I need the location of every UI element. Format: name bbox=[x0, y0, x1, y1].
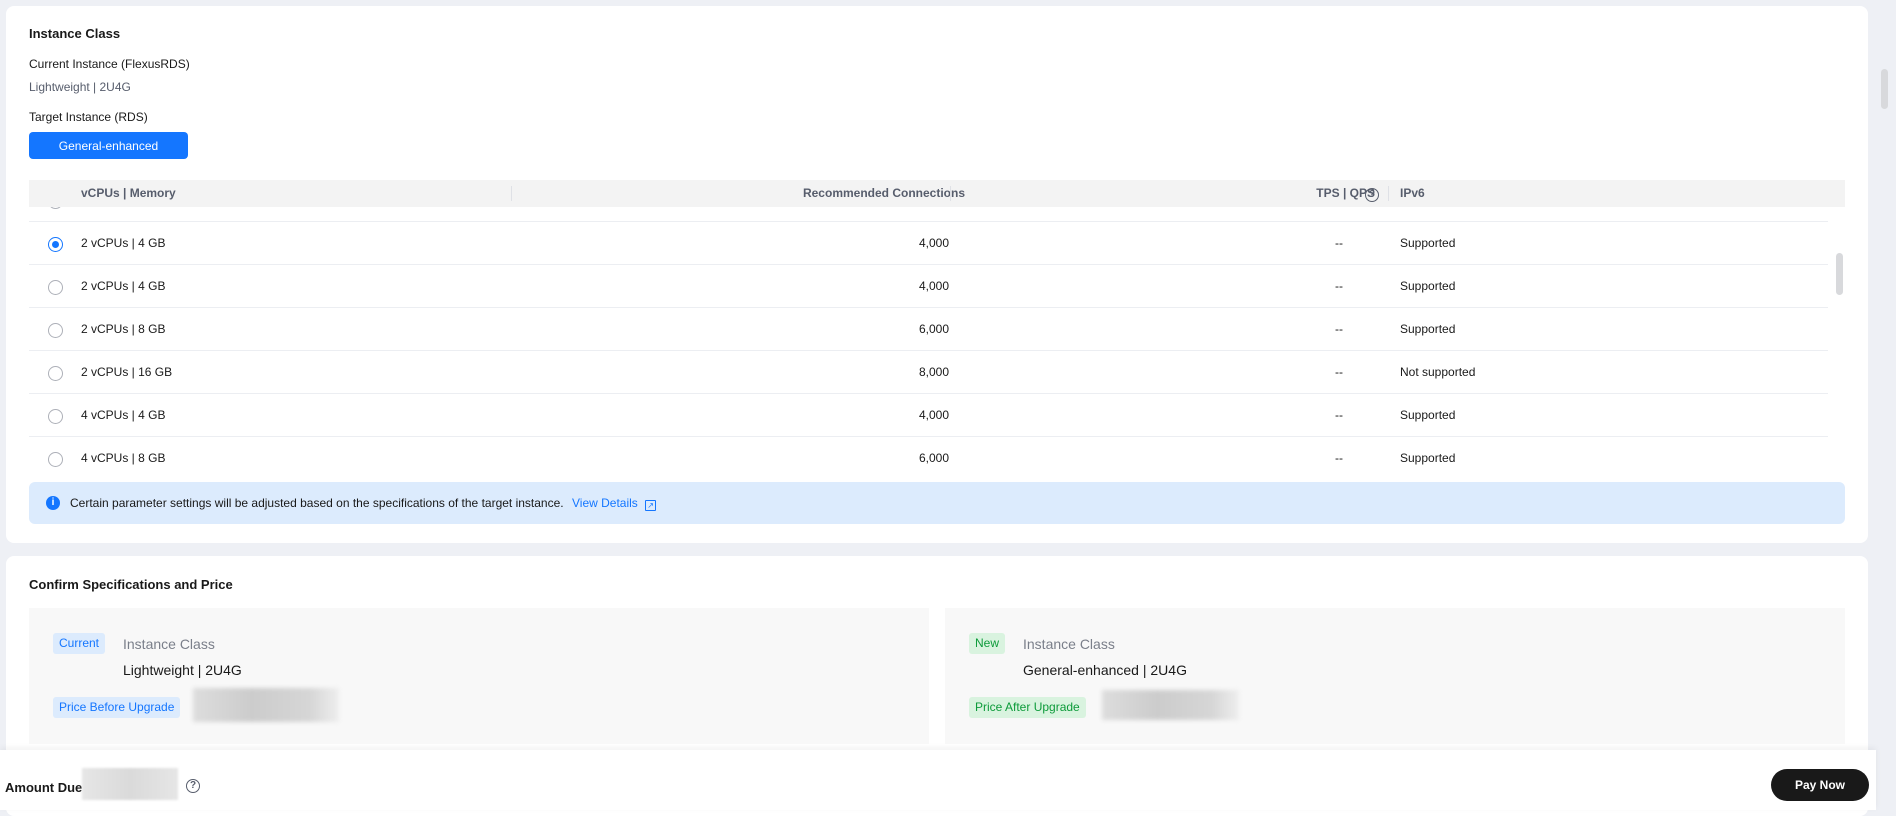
help-icon[interactable]: ? bbox=[1365, 186, 1379, 202]
footer-bar: Amount Due ? Pay Now bbox=[0, 750, 1876, 810]
current-instance-value: Lightweight | 2U4G bbox=[29, 80, 131, 94]
page-scrollbar-thumb[interactable] bbox=[1881, 69, 1888, 109]
spec-cell: 2 vCPUs | 8 GB bbox=[81, 322, 166, 336]
radio-button[interactable] bbox=[48, 409, 63, 424]
ipv6-cell: Supported bbox=[1400, 322, 1456, 336]
table-row[interactable]: 2 vCPUs | 4 GB 4,000 -- Supported bbox=[29, 265, 1828, 308]
column-divider bbox=[950, 186, 951, 201]
tps-qps-cell: -- bbox=[1335, 279, 1343, 293]
help-icon[interactable]: ? bbox=[186, 777, 200, 793]
ipv6-cell: Supported bbox=[1400, 451, 1456, 465]
tps-qps-cell: -- bbox=[1335, 451, 1343, 465]
connections-cell: 4,000 bbox=[918, 408, 949, 422]
spec-cell: 2 vCPUs | 16 GB bbox=[81, 365, 173, 379]
header-connections: Recommended Connections bbox=[802, 186, 965, 200]
table-row[interactable]: 2 vCPUs | 16 GB 8,000 -- Not supported bbox=[29, 351, 1828, 394]
table-row[interactable]: 4 vCPUs | 4 GB 4,000 -- Supported bbox=[29, 394, 1828, 437]
tps-qps-cell: -- bbox=[1335, 365, 1343, 379]
current-spec-box: Current Instance Class Lightweight | 2U4… bbox=[29, 608, 929, 744]
ipv6-cell: Supported bbox=[1400, 236, 1456, 250]
connections-cell: 8,000 bbox=[918, 365, 949, 379]
column-divider bbox=[1388, 186, 1389, 201]
tps-qps-cell: -- bbox=[1335, 322, 1343, 336]
general-enhanced-button[interactable]: General-enhanced bbox=[29, 132, 188, 159]
price-after-value-redacted bbox=[1102, 690, 1239, 720]
info-icon: i bbox=[46, 496, 60, 510]
amount-due-label: Amount Due bbox=[5, 780, 83, 795]
radio-button[interactable] bbox=[48, 366, 63, 381]
connections-cell: 6,000 bbox=[918, 322, 949, 336]
spec-cell: 4 vCPUs | 8 GB bbox=[81, 451, 166, 465]
view-details-label: View Details bbox=[572, 496, 638, 510]
target-instance-label: Target Instance (RDS) bbox=[29, 110, 148, 124]
ipv6-cell: Supported bbox=[1400, 408, 1456, 422]
page-scrollbar[interactable] bbox=[1876, 0, 1896, 750]
ipv6-cell: Not supported bbox=[1400, 365, 1476, 379]
table-row-partial[interactable] bbox=[29, 207, 1828, 222]
spec-cell: 4 vCPUs | 4 GB bbox=[81, 408, 166, 422]
column-divider bbox=[511, 186, 512, 201]
spec-cell: 2 vCPUs | 4 GB bbox=[81, 236, 166, 250]
current-instance-label: Current Instance (FlexusRDS) bbox=[29, 57, 190, 71]
section-title: Instance Class bbox=[29, 26, 121, 41]
external-link-icon: ↗ bbox=[645, 500, 657, 511]
radio-button[interactable] bbox=[48, 280, 63, 295]
price-before-tag: Price Before Upgrade bbox=[53, 697, 181, 718]
tps-qps-cell: -- bbox=[1335, 236, 1343, 250]
radio-button[interactable] bbox=[48, 452, 63, 467]
connections-cell: 4,000 bbox=[918, 236, 949, 250]
table-row[interactable]: 4 vCPUs | 8 GB 6,000 -- Supported bbox=[29, 437, 1828, 470]
table-scrollbar-thumb[interactable] bbox=[1836, 253, 1843, 295]
radio-button[interactable] bbox=[48, 237, 63, 252]
header-ipv6: IPv6 bbox=[1400, 186, 1425, 200]
pay-now-button[interactable]: Pay Now bbox=[1771, 769, 1869, 801]
spec-cell: 2 vCPUs | 4 GB bbox=[81, 279, 166, 293]
ipv6-cell: Supported bbox=[1400, 279, 1456, 293]
header-spec: vCPUs | Memory bbox=[81, 186, 176, 200]
new-instance-class: General-enhanced | 2U4G bbox=[1023, 662, 1187, 678]
price-after-tag: Price After Upgrade bbox=[969, 697, 1086, 718]
radio-button[interactable] bbox=[48, 207, 63, 209]
instance-class-label: Instance Class bbox=[1023, 636, 1115, 652]
connections-cell: 4,000 bbox=[918, 279, 949, 293]
instance-class-label: Instance Class bbox=[123, 636, 215, 652]
connections-cell: 6,000 bbox=[918, 451, 949, 465]
table-row[interactable]: 2 vCPUs | 4 GB 4,000 -- Supported bbox=[29, 222, 1828, 265]
current-instance-class: Lightweight | 2U4G bbox=[123, 662, 242, 678]
table-header: vCPUs | Memory Recommended Connections T… bbox=[29, 180, 1845, 207]
confirm-title: Confirm Specifications and Price bbox=[29, 577, 233, 592]
radio-button[interactable] bbox=[48, 323, 63, 338]
price-before-value-redacted bbox=[193, 688, 339, 722]
notice-text: Certain parameter settings will be adjus… bbox=[70, 496, 564, 510]
notice-bar: i Certain parameter settings will be adj… bbox=[29, 482, 1845, 524]
new-tag: New bbox=[969, 633, 1006, 654]
table-row[interactable]: 2 vCPUs | 8 GB 6,000 -- Supported bbox=[29, 308, 1828, 351]
spec-table-body: 2 vCPUs | 4 GB 4,000 -- Supported 2 vCPU… bbox=[29, 207, 1845, 470]
new-spec-box: New Instance Class General-enhanced | 2U… bbox=[945, 608, 1845, 744]
current-tag: Current bbox=[53, 633, 106, 654]
view-details-link[interactable]: View Details ↗ bbox=[572, 496, 657, 511]
amount-due-value-redacted bbox=[82, 768, 178, 800]
tps-qps-cell: -- bbox=[1335, 408, 1343, 422]
